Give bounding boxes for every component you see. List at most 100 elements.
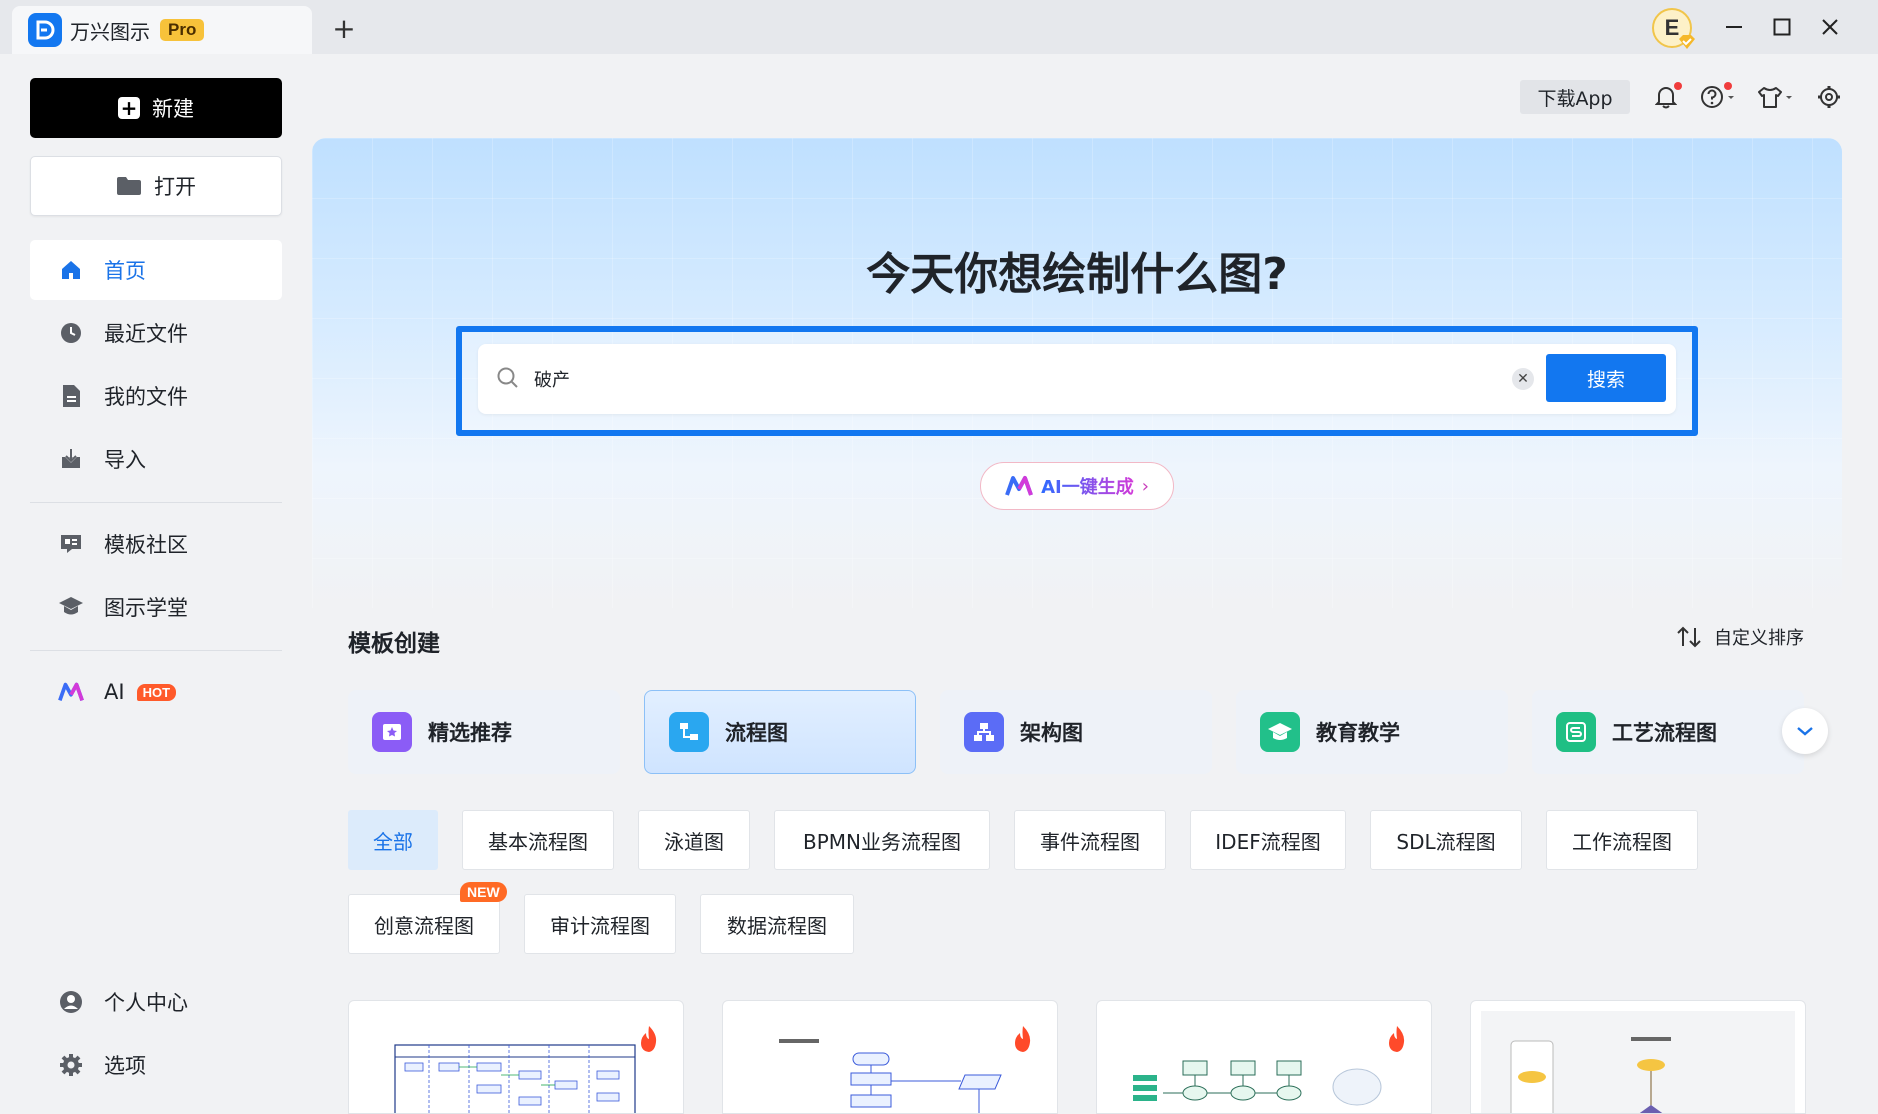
fire-hot-icon xyxy=(1015,1026,1031,1052)
chip-workflow[interactable]: 工作流程图 xyxy=(1546,810,1698,870)
chip-bpmn[interactable]: BPMN业务流程图 xyxy=(774,810,990,870)
minimize-icon[interactable] xyxy=(1714,10,1754,44)
sidebar-item-label: 图示学堂 xyxy=(104,596,188,620)
hero-title: 今天你想绘制什么图? xyxy=(866,249,1288,300)
template-thumbnail xyxy=(733,1011,1047,1113)
sidebar-item-ai[interactable]: AI HOT xyxy=(30,662,282,722)
new-button[interactable]: + 新建 xyxy=(30,78,282,138)
template-card[interactable] xyxy=(1096,1000,1432,1114)
template-thumbnail xyxy=(1107,1011,1421,1113)
bell-icon[interactable] xyxy=(1652,80,1682,114)
new-button-label: 新建 xyxy=(152,97,194,121)
sidebar-item-academy[interactable]: 图示学堂 xyxy=(30,577,282,637)
expand-categories-button[interactable] xyxy=(1782,708,1828,754)
sidebar-divider xyxy=(30,502,282,503)
chip-sdl[interactable]: SDL流程图 xyxy=(1370,810,1522,870)
template-thumbnail xyxy=(1481,1011,1795,1113)
user-avatar[interactable]: E xyxy=(1652,8,1695,49)
template-card[interactable] xyxy=(1470,1000,1806,1114)
category-label: 教育教学 xyxy=(1316,721,1400,745)
new-badge: NEW xyxy=(460,882,507,902)
help-icon[interactable] xyxy=(1698,80,1738,114)
sidebar-item-label: 导入 xyxy=(104,448,146,472)
fire-hot-icon xyxy=(641,1026,657,1052)
chip-audit-flowchart[interactable]: 审计流程图 xyxy=(524,894,676,954)
ai-logo-icon xyxy=(1005,476,1033,496)
graduation-cap-icon xyxy=(58,594,84,620)
chip-creative-flowchart[interactable]: 创意流程图 xyxy=(348,894,500,954)
search-button[interactable]: 搜索 xyxy=(1546,354,1666,402)
sidebar-item-label: 个人中心 xyxy=(104,991,188,1015)
sidebar-item-import[interactable]: 导入 xyxy=(30,429,282,489)
sidebar-item-my-files[interactable]: 我的文件 xyxy=(30,366,282,426)
category-education[interactable]: 教育教学 xyxy=(1236,690,1508,774)
search-input[interactable] xyxy=(534,358,1484,400)
close-icon[interactable] xyxy=(1810,10,1850,44)
chip-event-flowchart[interactable]: 事件流程图 xyxy=(1014,810,1166,870)
home-icon xyxy=(58,257,84,283)
skin-shirt-icon[interactable] xyxy=(1756,80,1796,114)
chip-all[interactable]: 全部 xyxy=(348,810,438,870)
clock-icon xyxy=(58,320,84,346)
clear-search-icon[interactable]: ✕ xyxy=(1512,368,1534,390)
plus-icon: + xyxy=(118,97,140,119)
import-icon xyxy=(58,446,84,472)
sidebar-item-label: 我的文件 xyxy=(104,385,188,409)
process-flow-icon xyxy=(1556,712,1596,752)
sidebar-item-profile[interactable]: 个人中心 xyxy=(30,972,282,1032)
folder-icon xyxy=(117,177,141,195)
maximize-icon[interactable] xyxy=(1762,10,1802,44)
chip-data-flowchart[interactable]: 数据流程图 xyxy=(700,894,854,954)
vip-badge-icon xyxy=(1679,35,1695,49)
open-button-label: 打开 xyxy=(154,175,196,199)
section-title: 模板创建 xyxy=(348,631,440,657)
sidebar-item-home[interactable]: 首页 xyxy=(30,240,282,300)
category-label: 精选推荐 xyxy=(428,721,512,745)
hot-badge: HOT xyxy=(136,683,177,701)
category-featured[interactable]: 精选推荐 xyxy=(348,690,620,774)
sort-arrows-icon xyxy=(1677,626,1701,648)
category-label: 架构图 xyxy=(1020,721,1083,745)
download-app-button[interactable]: 下载App xyxy=(1520,80,1630,114)
category-process-flow[interactable]: 工艺流程图 xyxy=(1532,690,1804,774)
custom-sort-button[interactable]: 自定义排序 xyxy=(1676,620,1804,654)
app-name: 万兴图示 xyxy=(70,19,150,44)
template-thumbnail xyxy=(359,1011,673,1113)
sidebar-item-label: 最近文件 xyxy=(104,322,188,346)
ai-generate-label: AI一键生成 xyxy=(1041,473,1134,499)
app-tab[interactable]: 万兴图示 Pro xyxy=(12,6,312,54)
category-flowchart[interactable]: 流程图 xyxy=(644,690,916,774)
template-card[interactable] xyxy=(348,1000,684,1114)
flowchart-icon xyxy=(669,712,709,752)
ai-generate-button[interactable]: AI一键生成 › xyxy=(980,462,1174,510)
user-icon xyxy=(58,989,84,1015)
sidebar-item-recent[interactable]: 最近文件 xyxy=(30,303,282,363)
app-logo-icon xyxy=(28,13,62,47)
org-chart-icon xyxy=(964,712,1004,752)
sidebar-item-options[interactable]: 选项 xyxy=(30,1035,282,1095)
sidebar-divider xyxy=(30,650,282,651)
category-label: 流程图 xyxy=(725,721,788,745)
chip-basic-flowchart[interactable]: 基本流程图 xyxy=(462,810,614,870)
settings-gear-icon[interactable] xyxy=(1814,80,1844,114)
chip-swimlane[interactable]: 泳道图 xyxy=(638,810,750,870)
graduation-cap-icon xyxy=(1260,712,1300,752)
sidebar-item-label: 选项 xyxy=(104,1054,146,1078)
sidebar-item-label: AI xyxy=(104,680,125,704)
search-box: ✕ 搜索 xyxy=(478,344,1676,414)
ai-logo-icon xyxy=(58,679,84,705)
search-icon xyxy=(497,367,518,388)
sidebar-item-label: 首页 xyxy=(104,259,146,283)
fire-hot-icon xyxy=(1389,1026,1405,1052)
chip-idef[interactable]: IDEF流程图 xyxy=(1190,810,1346,870)
category-label: 工艺流程图 xyxy=(1612,721,1717,745)
open-button[interactable]: 打开 xyxy=(30,156,282,216)
title-bar: 万兴图示 Pro + E xyxy=(0,0,1878,54)
chevron-down-icon xyxy=(1797,727,1813,736)
sidebar: + 新建 打开 首页 最近文件 我的文件 导入 模板社区 图示学堂 AI HOT… xyxy=(0,54,312,1114)
template-card[interactable] xyxy=(722,1000,1058,1114)
new-tab-plus-icon[interactable]: + xyxy=(326,10,362,46)
sidebar-item-template-community[interactable]: 模板社区 xyxy=(30,514,282,574)
chat-board-icon xyxy=(58,531,84,557)
category-architecture[interactable]: 架构图 xyxy=(940,690,1212,774)
